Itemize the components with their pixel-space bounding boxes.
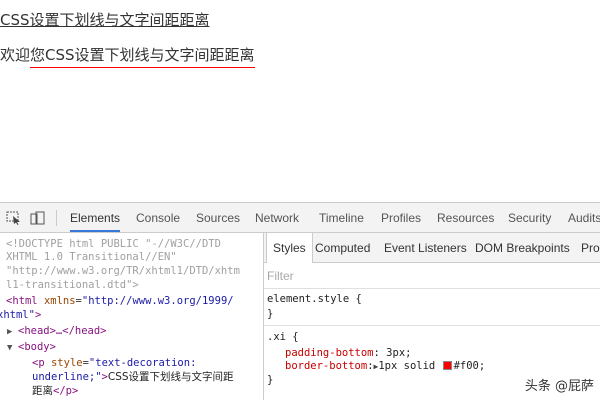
p-tag-open: <p: [32, 357, 45, 369]
p-text: CSS设置下划线与文字间距: [107, 371, 234, 383]
p-attr-value-1: "text-decoration:: [88, 357, 197, 369]
head-node[interactable]: <head>…</head>: [18, 325, 107, 339]
element-style-close: }: [267, 307, 274, 320]
devtools-panel: Elements Console Sources Network Timelin…: [0, 202, 600, 400]
prop-name-padding-bottom: padding-bottom: [285, 346, 374, 359]
xi-selector: .xi {: [267, 331, 299, 343]
collapse-body-icon[interactable]: ▼: [7, 342, 12, 356]
xi-prop-padding[interactable]: padding-bottom: 3px;: [267, 347, 600, 361]
html-attr-value-cont: xhtml": [0, 309, 35, 321]
prop-value-border-color: #f00;: [453, 360, 486, 372]
doctype-line-1: <!DOCTYPE html PUBLIC "-//W3C//DTD: [6, 238, 221, 250]
html-node-cont: xhtml">: [0, 309, 41, 323]
expand-head-icon[interactable]: ▶: [7, 326, 12, 340]
elements-tree[interactable]: <!DOCTYPE html PUBLIC "-//W3C//DTD XHTML…: [0, 233, 263, 400]
devtools-toolbar: Elements Console Sources Network Timelin…: [0, 203, 600, 233]
tab-audits[interactable]: Audits: [568, 203, 600, 232]
tab-properties[interactable]: Prop: [581, 233, 600, 262]
xi-span-text: 您CSS设置下划线与文字间距距离: [30, 46, 255, 68]
p-node[interactable]: <p style="text-decoration:: [32, 357, 196, 371]
tab-profiles[interactable]: Profiles: [381, 203, 421, 232]
p-tag-close: </p>: [53, 385, 79, 397]
xi-prop-border[interactable]: border-bottom:▶1px solid #f00;: [267, 360, 600, 374]
p-attr-value-2: underline;": [32, 371, 102, 383]
color-swatch-icon[interactable]: [442, 361, 452, 370]
html-attr-name: xmlns: [43, 295, 76, 307]
toolbar-divider: [56, 210, 57, 226]
tab-elements[interactable]: Elements: [70, 203, 121, 232]
tab-event-listeners[interactable]: Event Listeners: [384, 233, 467, 262]
inspect-icon[interactable]: [6, 210, 22, 225]
p-node-cont-2: 距离</p>: [32, 385, 78, 399]
welcome-prefix: 欢迎: [0, 46, 31, 64]
prop-value-padding-bottom: 3px;: [386, 346, 412, 359]
tab-styles[interactable]: Styles: [266, 233, 313, 263]
rule-divider: [264, 325, 600, 326]
prop-name-border-bottom: border-bottom: [285, 360, 368, 372]
element-style-selector: element.style {: [267, 293, 362, 305]
tab-sources[interactable]: Sources: [196, 203, 240, 232]
doctype-line-3: "http://www.w3.org/TR/xhtml1/DTD/xhtm: [6, 265, 240, 277]
p-attr-name: style: [50, 357, 83, 369]
tab-dom-breakpoints[interactable]: DOM Breakpoints: [475, 233, 570, 262]
tab-security[interactable]: Security: [508, 203, 551, 232]
html-node[interactable]: <html xmlns="http://www.w3.org/1999/: [6, 295, 234, 309]
html-tag-gt: >: [34, 309, 42, 321]
p-node-cont: underline;">CSS设置下划线与文字间距: [32, 371, 234, 385]
element-style-rule[interactable]: element.style { }: [264, 293, 600, 321]
tab-timeline[interactable]: Timeline: [319, 203, 364, 232]
styles-tabbar: Styles Computed Event Listeners DOM Brea…: [264, 233, 600, 263]
watermark: 头条 @屁萨: [524, 375, 594, 394]
prop-value-border-prefix: 1px solid: [378, 360, 436, 372]
p-text-cont: 距离: [32, 385, 53, 397]
styles-filter-input[interactable]: [267, 267, 567, 285]
tab-network[interactable]: Network: [255, 203, 299, 232]
page-viewport: CSS设置下划线与文字间距距离 欢迎您CSS设置下划线与文字间距距离: [0, 0, 600, 202]
doctype-line-2: XHTML 1.0 Transitional//EN": [6, 251, 177, 263]
body-node[interactable]: <body>: [18, 341, 56, 355]
html-tag-open: <html: [6, 295, 38, 307]
tab-computed[interactable]: Computed: [315, 233, 370, 262]
styles-filter-row: [264, 263, 600, 289]
device-mode-icon[interactable]: [30, 210, 46, 225]
browser-window: CSS设置下划线与文字间距距离 欢迎您CSS设置下划线与文字间距距离 Eleme…: [0, 0, 600, 400]
html-attr-value: "http://www.w3.org/1999/: [81, 295, 234, 307]
underlined-heading: CSS设置下划线与文字间距距离: [0, 11, 210, 29]
tab-console[interactable]: Console: [136, 203, 180, 232]
doctype-line-4: l1-transitional.dtd">: [6, 279, 139, 291]
welcome-text: 欢迎您CSS设置下划线与文字间距距离: [0, 44, 255, 68]
tab-resources[interactable]: Resources: [437, 203, 494, 232]
